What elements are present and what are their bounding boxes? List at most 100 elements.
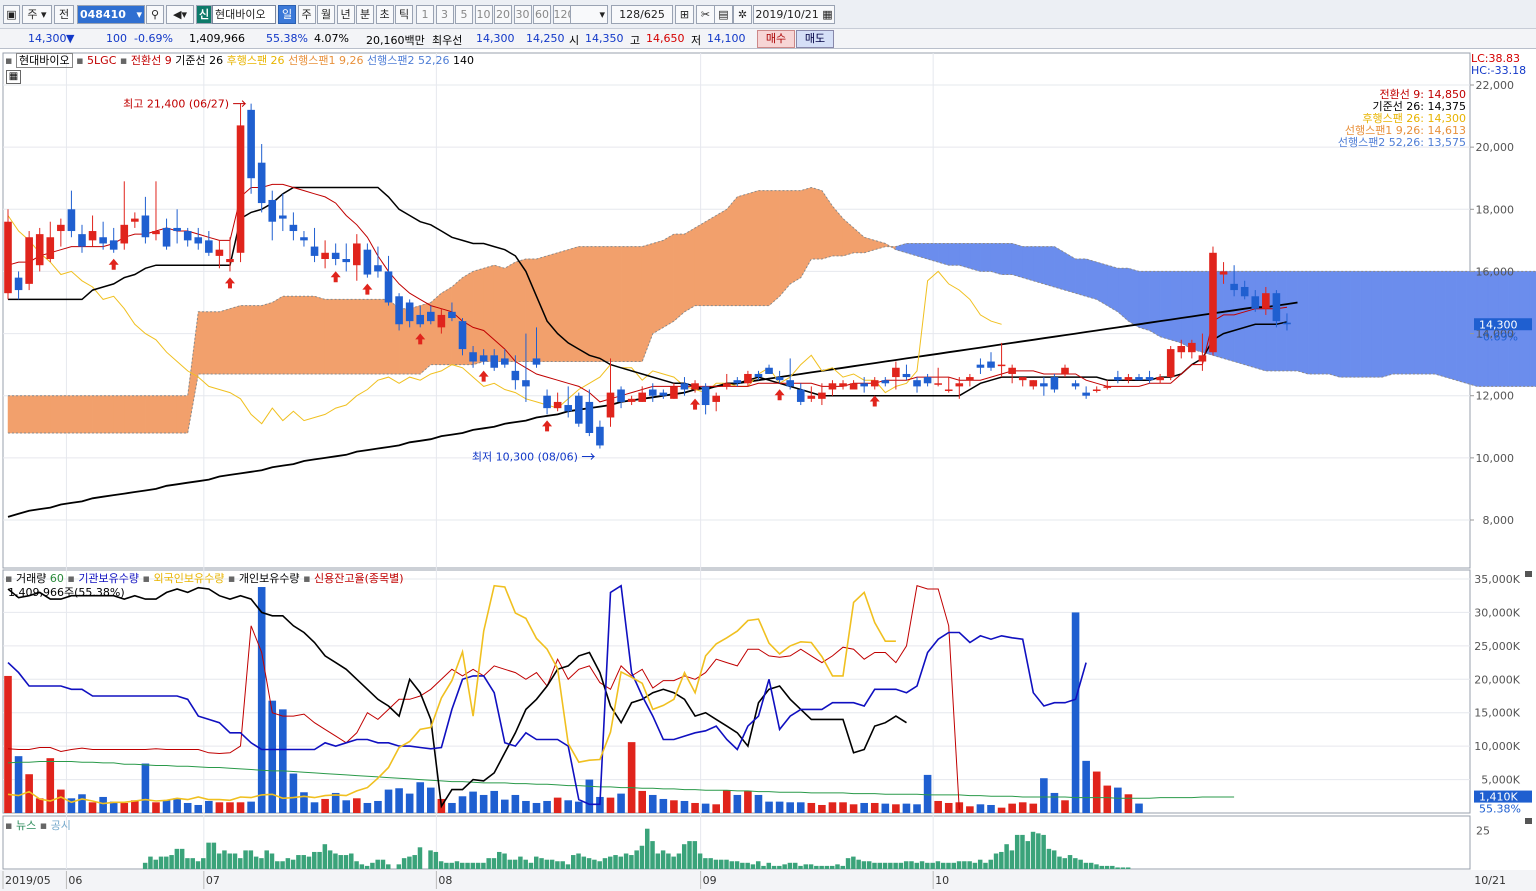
crosshair-icon[interactable]: ⊞ bbox=[675, 5, 694, 24]
news-bar bbox=[1110, 865, 1115, 869]
news-bar bbox=[1004, 844, 1009, 869]
interval-60[interactable]: 60 bbox=[533, 5, 551, 24]
interval-5[interactable]: 5 bbox=[455, 5, 473, 24]
news-bar bbox=[460, 862, 465, 869]
candle-body bbox=[448, 311, 456, 319]
interval-20[interactable]: 20 bbox=[494, 5, 512, 24]
candle-body bbox=[553, 401, 562, 409]
news-bar bbox=[428, 850, 433, 869]
gear-icon[interactable]: ✲ bbox=[733, 5, 752, 24]
cloud-segment bbox=[821, 189, 833, 260]
news-bar bbox=[792, 862, 798, 869]
interval-10[interactable]: 10 bbox=[474, 5, 493, 24]
interval-3[interactable]: 3 bbox=[435, 5, 454, 24]
candle-body bbox=[543, 395, 551, 409]
news-bar bbox=[444, 862, 449, 869]
tab-4[interactable]: 분 bbox=[356, 5, 374, 24]
cloud-segment bbox=[504, 261, 516, 362]
tab-6[interactable]: 틱 bbox=[395, 5, 413, 24]
stock-code-input[interactable]: 048410 ▾ bbox=[77, 5, 145, 24]
news-bar bbox=[386, 864, 391, 869]
buy-button[interactable]: 매수 bbox=[757, 30, 795, 48]
speaker-icon[interactable]: ◀▾ bbox=[166, 5, 194, 24]
cloud-segment bbox=[1149, 271, 1161, 338]
news-bar bbox=[692, 841, 698, 869]
volume-bar bbox=[78, 794, 86, 813]
news-bar bbox=[644, 828, 650, 869]
legend-foreign[interactable]: 외국인보유수량 bbox=[154, 572, 225, 585]
table-icon[interactable]: ▦ bbox=[6, 70, 21, 84]
candle-body bbox=[1251, 296, 1260, 309]
legend-chikou[interactable]: 후행스팬 26 bbox=[227, 54, 285, 67]
cloud-segment bbox=[356, 299, 368, 375]
cloud-segment bbox=[1329, 271, 1341, 378]
cloud-segment bbox=[747, 190, 759, 306]
legend-kijun[interactable]: 기준선 26 bbox=[175, 54, 223, 67]
volume-current: 1,409,966주(55.38%) bbox=[8, 586, 125, 599]
date-label: 07 bbox=[206, 874, 220, 887]
data-count-field[interactable]: 128/625 bbox=[611, 5, 673, 24]
news-bar bbox=[983, 862, 988, 869]
scissors-icon[interactable]: ✂ bbox=[696, 5, 715, 24]
date-axis-bg bbox=[0, 870, 1536, 891]
tab-3[interactable]: 년 bbox=[336, 5, 355, 24]
cloud-segment bbox=[1360, 271, 1372, 378]
legend-disclosure[interactable]: 공시 bbox=[51, 819, 71, 832]
volume-bar bbox=[543, 800, 551, 813]
window-menu-icon[interactable]: ▣ bbox=[3, 5, 20, 24]
legend-credit[interactable]: 신용잔고율(종목별) bbox=[314, 572, 404, 585]
volume-bar bbox=[585, 779, 594, 813]
cloud-segment bbox=[462, 270, 474, 365]
cloud-segment bbox=[176, 395, 188, 434]
date-field[interactable]: 2019/10/21 ▦ bbox=[753, 5, 835, 24]
cloud-segment bbox=[124, 395, 136, 434]
news-bar bbox=[972, 862, 978, 869]
volume-bar bbox=[173, 798, 181, 813]
legend-ma[interactable]: 5LGC bbox=[87, 54, 116, 67]
legend-senkou1[interactable]: 선행스팬1 9,26 bbox=[288, 54, 363, 67]
legend-extra[interactable]: 140 bbox=[453, 54, 474, 67]
news-bar bbox=[940, 862, 946, 869]
volume-bar bbox=[659, 798, 668, 813]
shin-badge[interactable]: 신 bbox=[196, 5, 212, 24]
legend-tenkan[interactable]: 전환선 9 bbox=[131, 54, 172, 67]
volume-bar bbox=[374, 800, 382, 813]
legend-square-icon: ▪ bbox=[76, 54, 84, 67]
cloud-segment bbox=[1445, 271, 1457, 381]
news-bar bbox=[164, 856, 169, 869]
cloud-segment bbox=[145, 395, 157, 434]
volume-bar bbox=[807, 802, 816, 813]
volume-bar bbox=[99, 796, 107, 813]
news-bar bbox=[507, 859, 513, 869]
sell-button[interactable]: 매도 bbox=[796, 30, 834, 48]
tab-0[interactable]: 일 bbox=[278, 5, 296, 24]
news-bar bbox=[740, 862, 745, 869]
period-select[interactable]: 주 ▾ bbox=[22, 5, 52, 24]
save-icon[interactable]: ▤ bbox=[714, 5, 733, 24]
interval-1[interactable]: 1 bbox=[416, 5, 434, 24]
legend-stock-name[interactable]: 현대바이오 bbox=[15, 53, 73, 68]
volume-bar bbox=[1135, 803, 1143, 813]
legend-individual[interactable]: 개인보유수량 bbox=[239, 572, 300, 585]
prev-button[interactable]: 전 bbox=[54, 5, 74, 24]
search-icon[interactable]: ⚲ bbox=[146, 5, 164, 24]
interval-30[interactable]: 30 bbox=[513, 5, 532, 24]
cloud-segment bbox=[28, 395, 40, 434]
candle-body bbox=[1018, 377, 1027, 381]
legend-news[interactable]: 뉴스 bbox=[16, 819, 36, 832]
volume-bar bbox=[268, 700, 277, 813]
up-arrow-icon bbox=[330, 271, 341, 283]
price-tick-label: 18,000 bbox=[1476, 203, 1515, 216]
cloud-segment bbox=[1159, 271, 1171, 341]
tab-2[interactable]: 월 bbox=[317, 5, 335, 24]
cloud-segment bbox=[578, 246, 590, 362]
chart-area[interactable]: 22,00020,00018,00016,00014,00012,00010,0… bbox=[0, 49, 1536, 891]
legend-senkou2[interactable]: 선행스팬2 52,26 bbox=[367, 54, 449, 67]
news-bar bbox=[327, 850, 333, 869]
tab-5[interactable]: 초 bbox=[375, 5, 394, 24]
toolbar: ▣ 주 ▾ 전 048410 ▾ ⚲ ◀▾ 신 현대바이오 일주월년분초틱 135… bbox=[0, 0, 1536, 29]
news-bar bbox=[925, 862, 930, 869]
interval-custom-select[interactable]: ▾ bbox=[570, 5, 608, 24]
tab-1[interactable]: 주 bbox=[297, 5, 316, 24]
candle-body bbox=[321, 252, 329, 259]
